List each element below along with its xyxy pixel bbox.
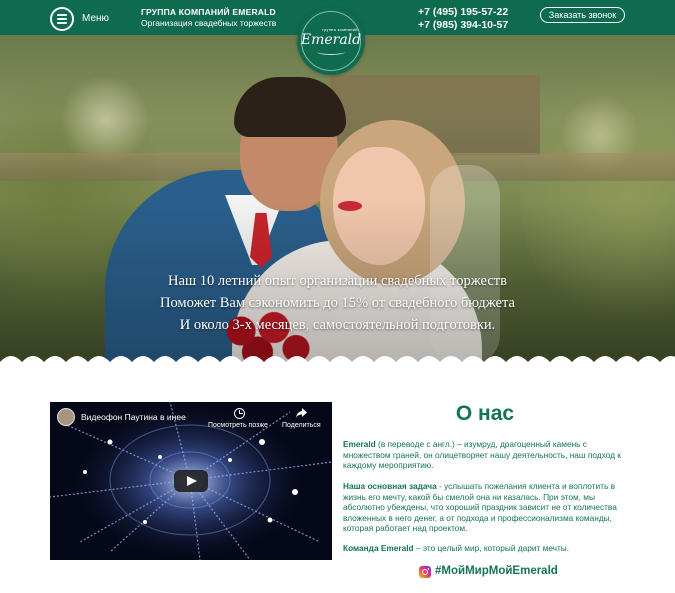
hero-line-1: Наш 10 летний опыт организации свадебных… [168, 273, 507, 289]
about-p2-bold: Наша основная задача [343, 481, 437, 491]
phone-number-2[interactable]: +7 (985) 394-10-57 [418, 19, 508, 31]
share-label[interactable]: Поделиться [282, 422, 321, 429]
video-player[interactable]: Видеофон Паутина в инее Посмотреть позже… [50, 402, 332, 560]
company-tagline: Организация свадебных торжеств [141, 18, 277, 28]
hero-line-2: Поможет Вам сэкономить до 15% от свадебн… [159, 295, 515, 311]
hero-overlay [0, 35, 675, 365]
about-p1-text: (в переводе с англ.) – изумруд, драгоцен… [343, 439, 621, 471]
logo-swirl [317, 49, 345, 55]
company-name: ГРУППА КОМПАНИЙ EMERALD [141, 7, 276, 17]
about-title: О нас [455, 402, 515, 425]
channel-avatar[interactable] [57, 408, 75, 426]
hero-banner: Наш 10 летний опыт организации свадебных… [0, 35, 675, 365]
watch-later-label[interactable]: Посмотреть позже [208, 422, 268, 429]
about-paragraph-3: Команда Emerald – это целый мир, который… [343, 543, 633, 554]
clock-icon[interactable] [234, 408, 245, 419]
video-title[interactable]: Видеофон Паутина в инее [81, 412, 186, 422]
about-paragraph-2: Наша основная задача - услышать пожелани… [343, 481, 633, 534]
logo-text: Emerald [300, 32, 362, 48]
play-button[interactable] [174, 470, 208, 492]
about-p1-bold: Emerald [343, 439, 376, 449]
wave-divider [0, 356, 675, 370]
hero-line-3: И около 3-х месяцев, самостоятельной под… [179, 317, 496, 333]
phone-number-1[interactable]: +7 (495) 195-57-22 [418, 6, 508, 18]
menu-icon[interactable] [50, 7, 74, 31]
request-call-button[interactable]: Заказать звонок [540, 7, 625, 23]
menu-label[interactable]: Меню [82, 13, 109, 24]
instagram-icon[interactable] [419, 566, 431, 578]
share-icon[interactable] [295, 407, 308, 419]
emerald-logo[interactable]: группа компаний Emerald [297, 7, 365, 75]
instagram-hashtag[interactable]: #МойМирМойEmerald [435, 565, 558, 577]
about-p3-text: – это целый мир, который дарит мечты. [413, 543, 570, 553]
about-p3-bold: Команда Emerald [343, 543, 414, 553]
about-paragraph-1: Emerald (в переводе с англ.) – изумруд, … [343, 439, 633, 471]
